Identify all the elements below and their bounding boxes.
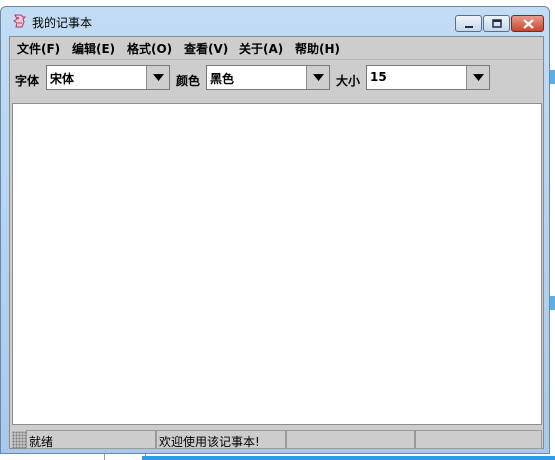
background-window-edge — [550, 296, 555, 310]
minimize-icon — [465, 26, 473, 28]
status-state-text: 就绪 — [29, 435, 54, 449]
status-bar: 就绪 欢迎使用该记事本! — [12, 429, 542, 449]
status-cell-state: 就绪 — [26, 430, 156, 449]
text-editor[interactable] — [12, 103, 542, 425]
color-label: 颜色 — [176, 74, 201, 88]
size-label: 大小 — [336, 74, 361, 88]
background-window-edge — [550, 70, 555, 84]
font-select-value: 宋体 — [50, 72, 75, 86]
color-select[interactable]: 黑色 — [206, 65, 330, 90]
title-bar[interactable]: 我的记事本 — [1, 7, 549, 35]
window-title: 我的记事本 — [32, 16, 93, 30]
status-cell-3 — [286, 430, 415, 449]
minimize-button[interactable] — [455, 15, 482, 32]
menu-about[interactable]: 关于(A) — [239, 40, 283, 57]
maximize-button[interactable] — [483, 15, 510, 32]
chevron-down-icon — [473, 74, 484, 81]
color-dropdown-button[interactable] — [306, 66, 329, 89]
menu-view[interactable]: 查看(V) — [184, 40, 228, 57]
status-cell-message: 欢迎使用该记事本! — [156, 430, 286, 449]
font-dropdown-button[interactable] — [146, 66, 169, 89]
chevron-down-icon — [153, 74, 164, 81]
size-dropdown-button[interactable] — [466, 66, 489, 89]
client-area: 文件(F) 编辑(E) 格式(O) 查看(V) 关于(A) 帮助(H) 字体 宋… — [9, 36, 544, 449]
notepad-window: 我的记事本 文件(F) 编辑(E) 格式(O) 查看(V) 关于(A) 帮助(H… — [0, 6, 550, 454]
status-cell-4 — [415, 430, 542, 449]
background-taskbar-edge — [142, 456, 555, 460]
close-button[interactable] — [511, 15, 544, 32]
font-select[interactable]: 宋体 — [46, 65, 170, 90]
maximize-icon — [492, 19, 502, 28]
color-select-value: 黑色 — [210, 72, 235, 86]
status-message-text: 欢迎使用该记事本! — [159, 435, 260, 449]
size-select[interactable]: 15 — [366, 65, 490, 90]
close-icon — [523, 19, 534, 29]
size-select-value: 15 — [370, 70, 387, 84]
menu-help[interactable]: 帮助(H) — [295, 40, 340, 57]
app-icon[interactable] — [12, 13, 28, 29]
menu-file[interactable]: 文件(F) — [17, 40, 60, 57]
resize-grip-icon[interactable] — [12, 431, 26, 448]
menu-edit[interactable]: 编辑(E) — [72, 40, 115, 57]
format-toolbar: 字体 宋体 颜色 黑色 大小 15 — [10, 59, 543, 98]
menu-bar: 文件(F) 编辑(E) 格式(O) 查看(V) 关于(A) 帮助(H) — [10, 37, 543, 58]
background-window-edge — [104, 454, 146, 460]
menu-format[interactable]: 格式(O) — [127, 40, 172, 57]
chevron-down-icon — [313, 74, 324, 81]
font-label: 字体 — [15, 74, 40, 88]
